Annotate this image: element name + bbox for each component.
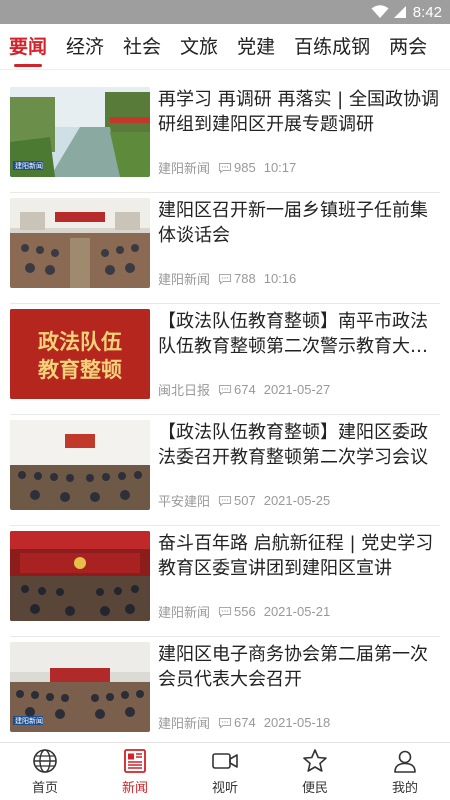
user-icon [392, 747, 418, 775]
comment-count: 507 [234, 493, 256, 508]
news-time: 2021-05-27 [263, 382, 331, 397]
comment-count: 674 [234, 715, 256, 730]
news-title[interactable]: 奋斗百年路 启航新征程 | 党史学习教育区委宣讲团到建阳区宣讲 [158, 531, 440, 581]
news-time: 10:16 [263, 271, 297, 286]
tab-bailian[interactable]: 百练成钢 [294, 24, 370, 69]
nav-label: 首页 [31, 781, 58, 796]
tab-shehui[interactable]: 社会 [123, 24, 161, 69]
nav-video[interactable]: 视听 [180, 743, 270, 800]
nav-label: 视听 [211, 781, 238, 796]
nav-label: 我的 [391, 781, 418, 796]
nav-home[interactable]: 首页 [0, 743, 90, 800]
comment-count: 674 [234, 382, 256, 397]
nav-profile[interactable]: 我的 [360, 743, 450, 800]
comment-count: 985 [234, 160, 256, 175]
tab-wenlv[interactable]: 文旅 [180, 24, 218, 69]
news-meta: 建阳新闻 985 10:17 [158, 158, 440, 177]
news-thumbnail[interactable]: 建阳新闻 [10, 87, 150, 177]
star-icon [302, 747, 328, 775]
news-meta: 闽北日报 674 2021-05-27 [158, 380, 440, 399]
nav-service[interactable]: 便民 [270, 743, 360, 800]
news-time: 10:17 [263, 160, 297, 175]
news-time: 2021-05-18 [263, 715, 331, 730]
comment-icon [218, 273, 232, 285]
thumb-banner-line2: 教育整顿 [38, 358, 122, 382]
status-bar: 8:42 [0, 0, 450, 24]
news-title[interactable]: 【政法队伍教育整顿】南平市政法队伍教育整顿第二次警示教育大会召开 [158, 309, 440, 359]
globe-icon [32, 747, 58, 775]
news-thumbnail[interactable] [10, 198, 150, 288]
news-source: 建阳新闻 [158, 716, 211, 731]
news-title[interactable]: 【政法队伍教育整顿】建阳区委政法委召开教育整顿第二次学习会议 [158, 420, 440, 470]
news-time: 2021-05-21 [263, 604, 331, 619]
news-meta: 建阳新闻 674 2021-05-18 [158, 713, 440, 732]
comment-icon [218, 717, 232, 729]
news-source: 平安建阳 [158, 494, 211, 509]
news-thumbnail[interactable] [10, 420, 150, 510]
list-item[interactable]: 建阳区召开新一届乡镇班子任前集体谈话会 建阳新闻 788 10:16 [10, 193, 440, 304]
news-source: 建阳新闻 [158, 605, 211, 620]
news-list: 建阳新闻 再学习 再调研 再落实 | 全国政协调研组到建阳区开展专题调研 建阳新… [0, 82, 450, 733]
newspaper-icon [122, 747, 148, 775]
news-title[interactable]: 再学习 再调研 再落实 | 全国政协调研组到建阳区开展专题调研 [158, 87, 440, 137]
news-source: 闽北日报 [158, 383, 211, 398]
news-thumbnail[interactable] [10, 531, 150, 621]
tab-dangjian[interactable]: 党建 [237, 24, 275, 69]
news-meta: 建阳新闻 788 10:16 [158, 269, 440, 288]
nav-label: 新闻 [121, 781, 148, 796]
comment-icon [218, 384, 232, 396]
news-time: 2021-05-25 [263, 493, 331, 508]
tab-lianghui[interactable]: 两会 [389, 24, 427, 69]
news-title[interactable]: 建阳区电子商务协会第二届第一次会员代表大会召开 [158, 642, 440, 692]
comment-icon [218, 606, 232, 618]
news-thumbnail[interactable]: 政法队伍 教育整顿 [10, 309, 150, 399]
thumb-watermark: 建阳新闻 [15, 716, 43, 725]
comment-icon [218, 495, 232, 507]
thumb-watermark: 建阳新闻 [15, 161, 43, 170]
comment-count: 556 [234, 604, 256, 619]
list-item[interactable]: 奋斗百年路 启航新征程 | 党史学习教育区委宣讲团到建阳区宣讲 建阳新闻 556… [10, 526, 440, 637]
tab-jingji[interactable]: 经济 [66, 24, 104, 69]
news-meta: 平安建阳 507 2021-05-25 [158, 491, 440, 510]
nav-news[interactable]: 新闻 [90, 743, 180, 800]
list-item[interactable]: 【政法队伍教育整顿】建阳区委政法委召开教育整顿第二次学习会议 平安建阳 507 … [10, 415, 440, 526]
comment-count: 788 [234, 271, 256, 286]
news-thumbnail[interactable]: 建阳新闻 [10, 642, 150, 732]
nav-label: 便民 [301, 781, 328, 796]
news-source: 建阳新闻 [158, 272, 211, 287]
status-time: 8:42 [412, 3, 442, 21]
category-tabs: 要闻 经济 社会 文旅 党建 百练成钢 两会 [0, 24, 450, 70]
list-item[interactable]: 政法队伍 教育整顿 【政法队伍教育整顿】南平市政法队伍教育整顿第二次警示教育大会… [10, 304, 440, 415]
news-title[interactable]: 建阳区召开新一届乡镇班子任前集体谈话会 [158, 198, 440, 248]
news-source: 建阳新闻 [158, 161, 211, 176]
signal-icon [393, 5, 407, 19]
list-item[interactable]: 建阳新闻 再学习 再调研 再落实 | 全国政协调研组到建阳区开展专题调研 建阳新… [10, 82, 440, 193]
thumb-banner-line1: 政法队伍 [38, 330, 122, 354]
wifi-icon [371, 5, 389, 19]
bottom-nav: 首页 新闻 视听 便民 我的 [0, 742, 450, 800]
list-item[interactable]: 建阳新闻 建阳区电子商务协会第二届第一次会员代表大会召开 建阳新闻 674 20… [10, 637, 440, 733]
tab-yaowen[interactable]: 要闻 [9, 24, 47, 69]
video-icon [211, 747, 239, 775]
news-meta: 建阳新闻 556 2021-05-21 [158, 602, 440, 621]
comment-icon [218, 162, 232, 174]
